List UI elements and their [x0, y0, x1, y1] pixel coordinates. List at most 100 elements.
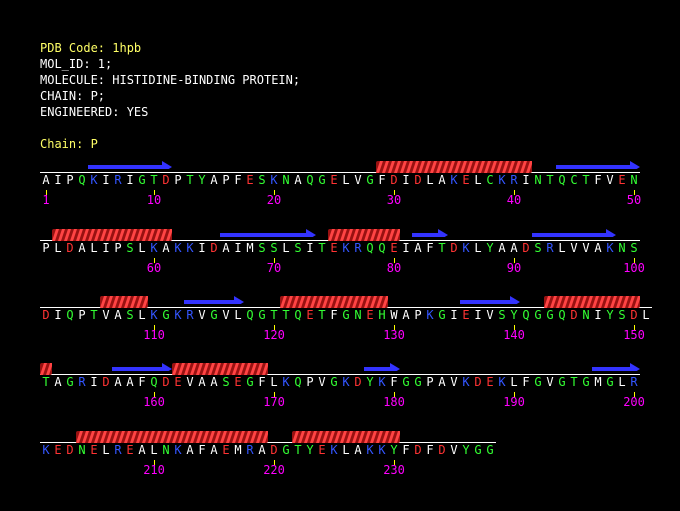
residue-letter: N — [282, 173, 290, 187]
residue-letter: R — [246, 443, 254, 457]
position-number: 140 — [503, 328, 525, 342]
residue-letter: A — [210, 173, 218, 187]
residue-letter: K — [498, 375, 506, 389]
residue-letter: V — [102, 308, 110, 322]
residue-letter: M — [234, 443, 242, 457]
residue-letter: G — [486, 443, 494, 457]
position-number: 150 — [623, 328, 645, 342]
residue-letter: T — [582, 173, 590, 187]
chain-label: Chain: P — [40, 137, 98, 151]
residue-letter: K — [174, 241, 182, 255]
residue-letter: K — [462, 375, 470, 389]
residue-letter: T — [294, 443, 302, 457]
residue-letter: V — [222, 308, 230, 322]
residue-letter: P — [414, 308, 422, 322]
residue-letter: F — [522, 375, 530, 389]
sequence-row: AIPQKIRIGTDPTYAPFESKNAQGELVGFDIDLAKELCKR… — [0, 161, 680, 222]
residue-letter: Q — [246, 308, 254, 322]
residue-letter: V — [450, 375, 458, 389]
residue-letter: I — [306, 241, 314, 255]
residue-letter: D — [42, 308, 50, 322]
residue-letter: M — [246, 241, 254, 255]
residue-letter: A — [138, 443, 146, 457]
residue-letter: A — [54, 375, 62, 389]
residue-letter: P — [114, 241, 122, 255]
residue-letter: K — [366, 443, 374, 457]
residue-letter: D — [270, 443, 278, 457]
residue-letter: P — [306, 375, 314, 389]
residue-letter: E — [462, 173, 470, 187]
residue-letter: Y — [366, 375, 374, 389]
residue-letter: A — [258, 443, 266, 457]
residue-letter: R — [630, 375, 638, 389]
residue-letter: R — [78, 375, 86, 389]
residue-letter: A — [402, 308, 410, 322]
residue-letter: E — [330, 173, 338, 187]
residue-letter: K — [150, 241, 158, 255]
residue-letter: A — [294, 173, 302, 187]
pdb-code-line: PDB Code: 1hpb — [40, 41, 142, 55]
residue-letter: N — [582, 308, 590, 322]
residue-letter: R — [510, 173, 518, 187]
residue-letter: L — [618, 375, 626, 389]
residue-letter: S — [498, 308, 506, 322]
residue-letter: K — [342, 375, 350, 389]
residue-letter: L — [282, 241, 290, 255]
residue-letter: K — [270, 173, 278, 187]
residue-letter: E — [222, 443, 230, 457]
residue-letter: I — [402, 241, 410, 255]
residue-letter: V — [582, 241, 590, 255]
residue-letter: L — [474, 173, 482, 187]
residue-letter: D — [162, 173, 170, 187]
residue-letter: A — [114, 308, 122, 322]
residue-letter: D — [66, 443, 74, 457]
residue-letter: Y — [390, 443, 398, 457]
residue-letter: Q — [66, 308, 74, 322]
residue-letter: V — [606, 173, 614, 187]
residue-letter: A — [198, 375, 206, 389]
residue-letter: T — [42, 375, 50, 389]
position-number: 180 — [383, 395, 405, 409]
residue-letter: A — [78, 241, 86, 255]
residue-letter: L — [474, 241, 482, 255]
residue-letter: G — [558, 375, 566, 389]
residue-letter: F — [378, 173, 386, 187]
residue-letter: I — [90, 375, 98, 389]
residue-letter: I — [102, 241, 110, 255]
residue-letter: Y — [198, 173, 206, 187]
residue-letter: S — [270, 241, 278, 255]
residue-letter: R — [114, 443, 122, 457]
residue-letter: Q — [558, 173, 566, 187]
residue-letter: Y — [462, 443, 470, 457]
residue-letter: R — [546, 241, 554, 255]
sequence-row: DIQPTVASLKGKRVGVLQGTTQETFGNEHWAPKGIEIVSY… — [0, 296, 680, 357]
residue-letter: F — [390, 375, 398, 389]
residue-letter: S — [126, 308, 134, 322]
residue-letter: I — [402, 173, 410, 187]
residue-letter: K — [330, 443, 338, 457]
residue-letter: L — [90, 241, 98, 255]
residue-letter: Q — [522, 308, 530, 322]
residue-letter: V — [450, 443, 458, 457]
residue-letter: G — [366, 173, 374, 187]
residue-letter: L — [558, 241, 566, 255]
residue-letter: A — [510, 241, 518, 255]
residue-letter: G — [534, 308, 542, 322]
residue-letter: G — [582, 375, 590, 389]
position-number: 20 — [266, 193, 282, 207]
residue-letter: Q — [150, 375, 158, 389]
residue-letter: K — [378, 375, 386, 389]
residue-letter: S — [222, 375, 230, 389]
residue-letter: T — [186, 173, 194, 187]
residue-letter: G — [546, 308, 554, 322]
residue-letter: K — [174, 443, 182, 457]
residue-letter: Y — [510, 308, 518, 322]
residue-letter: E — [306, 308, 314, 322]
residue-letter: L — [234, 308, 242, 322]
residue-letter: H — [378, 308, 386, 322]
residue-letter: I — [594, 308, 602, 322]
residue-letter: T — [318, 308, 326, 322]
residue-letter: E — [174, 375, 182, 389]
position-number: 210 — [143, 463, 165, 477]
residue-letter: Q — [378, 241, 386, 255]
